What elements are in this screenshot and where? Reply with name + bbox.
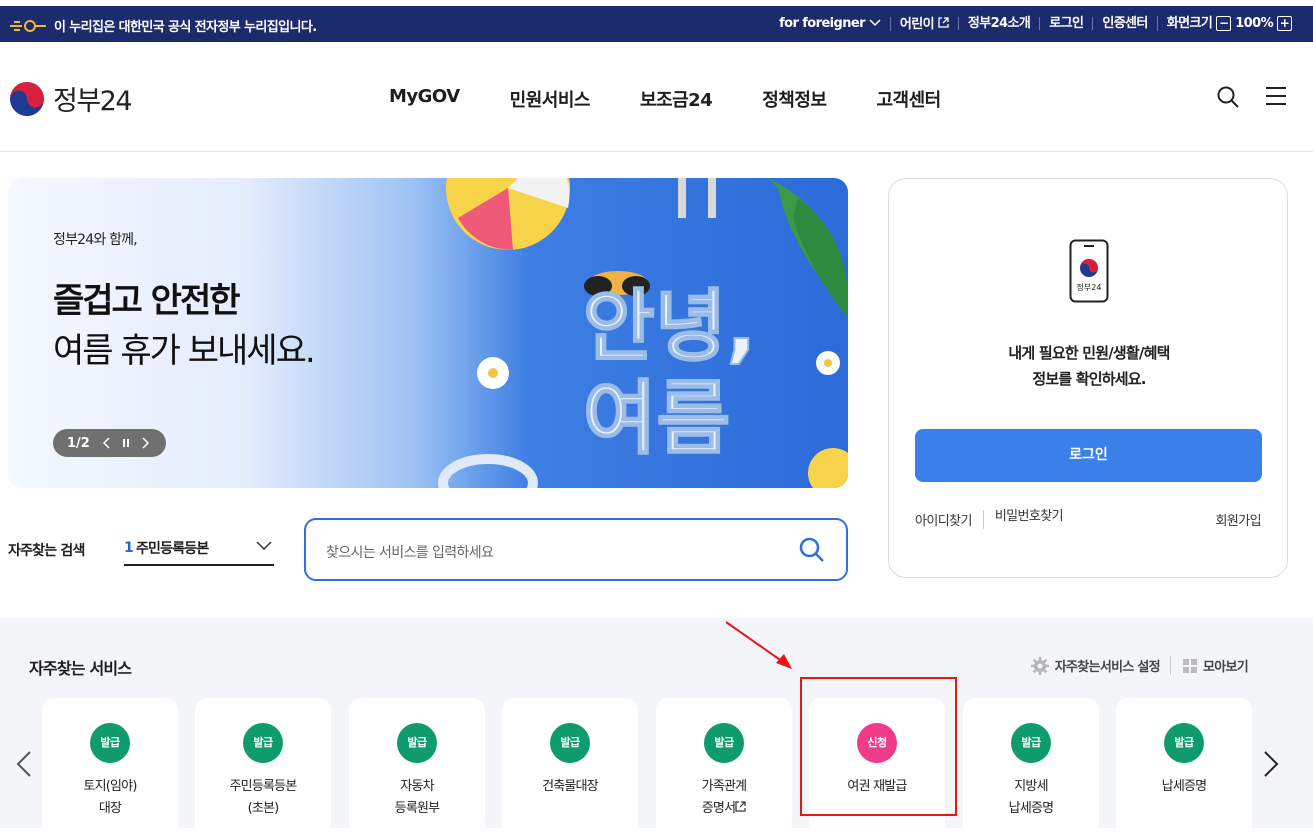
gov-notice[interactable]: 이 누리집은 대한민국 공식 전자정부 누리집입니다. bbox=[8, 16, 317, 35]
service-name: 가족관계 증명서 bbox=[701, 779, 747, 816]
next-icon[interactable] bbox=[142, 437, 150, 449]
popular-search-select[interactable]: 1 주민등록등본 bbox=[124, 532, 274, 566]
external-link-icon bbox=[938, 16, 949, 28]
phone-label: 정부24 bbox=[1077, 282, 1102, 292]
search-icon[interactable] bbox=[1217, 86, 1239, 108]
collect-view-link[interactable]: 모아보기 bbox=[1169, 656, 1249, 675]
service-badge: 발급 bbox=[397, 723, 437, 763]
service-badge: 발급 bbox=[1164, 723, 1204, 763]
settings-text: 자주찾는서비스 설정 bbox=[1054, 660, 1161, 675]
pause-icon[interactable] bbox=[122, 438, 130, 448]
services-settings-link[interactable]: 자주찾는서비스 설정 bbox=[1030, 656, 1161, 675]
kids-link[interactable]: 어린이 bbox=[889, 16, 958, 31]
gov-notice-bar: 이 누리집은 대한민국 공식 전자정부 누리집입니다. for foreigne… bbox=[0, 6, 1313, 42]
service-name: 자동차 등록원부 bbox=[394, 779, 440, 816]
header-tools bbox=[1217, 86, 1287, 108]
gear-icon bbox=[1030, 656, 1049, 675]
site-logo[interactable]: 정부24 bbox=[9, 79, 133, 118]
cert-center-link[interactable]: 인증센터 bbox=[1092, 17, 1156, 30]
collect-text: 모아보기 bbox=[1202, 660, 1249, 675]
zoom-value: 100% bbox=[1235, 16, 1273, 31]
service-card[interactable]: 발급 지방세 납세증명 bbox=[963, 698, 1099, 838]
join-link[interactable]: 회원가입 bbox=[1216, 510, 1262, 529]
service-card[interactable]: 발급 주민등록등본 (초본) bbox=[195, 698, 331, 838]
service-card[interactable]: 발급 가족관계 증명서 bbox=[656, 698, 792, 838]
top-login-link[interactable]: 로그인 bbox=[1039, 17, 1092, 30]
emblem-icon bbox=[10, 19, 46, 32]
zoom-in-button[interactable]: + bbox=[1277, 16, 1292, 31]
search-input[interactable]: 찾으시는 서비스를 입력하세요 bbox=[326, 542, 494, 562]
login-message-line2: 정보를 확인하세요. bbox=[1032, 370, 1146, 388]
service-badge: 발급 bbox=[90, 723, 130, 763]
art-text-summer: 여름 bbox=[583, 372, 730, 465]
nav-policy[interactable]: 정책정보 bbox=[762, 86, 827, 112]
annotation-arrow bbox=[725, 621, 792, 669]
login-message-line1: 내게 필요한 민원/생활/혜택 bbox=[1008, 344, 1170, 362]
frequent-services-section: 자주찾는 서비스 자주찾는서비스 설정 모아보기 발급 토지(임야) 대장 발급 … bbox=[0, 618, 1313, 838]
nav-mygov[interactable]: MyGOV bbox=[389, 86, 460, 112]
find-id-link[interactable]: 아이디찾기 bbox=[915, 510, 972, 529]
site-header: 정부24 MyGOV 민원서비스 보조금24 정책정보 고객센터 bbox=[0, 42, 1313, 152]
utility-menu: for foreigner 어린이 정부24소개 로그인 인증센터 화면크기 −… bbox=[770, 16, 1301, 31]
service-card[interactable]: 발급 토지(임야) 대장 bbox=[42, 698, 178, 838]
banner-headline: 여름 휴가 보내세요. bbox=[53, 331, 316, 371]
gov-notice-text: 이 누리집은 대한민국 공식 전자정부 누리집입니다. bbox=[54, 20, 317, 35]
section-title: 자주찾는 서비스 bbox=[29, 659, 132, 678]
annotation-highlight-box bbox=[800, 677, 957, 816]
login-message: 내게 필요한 민원/생활/혜택 정보를 확인하세요. bbox=[889, 340, 1289, 392]
rank-number: 1 bbox=[124, 540, 134, 556]
nav-customer-center[interactable]: 고객센터 bbox=[876, 86, 941, 112]
service-name: 주민등록등본 (초본) bbox=[229, 779, 298, 816]
zoom-out-button[interactable]: − bbox=[1216, 16, 1232, 31]
banner-pager: 1/2 bbox=[53, 429, 166, 457]
service-card[interactable]: 발급 납세증명 bbox=[1116, 698, 1252, 838]
login-button[interactable]: 로그인 bbox=[915, 429, 1262, 482]
service-card[interactable]: 발급 건축물대장 bbox=[502, 698, 638, 838]
main-banner[interactable]: 안녕, 여름 정부24와 함께, 즐겁고 안전한 여름 휴가 보내세요. 1/2 bbox=[8, 178, 848, 488]
service-badge: 발급 bbox=[550, 723, 590, 763]
external-link-icon bbox=[735, 801, 746, 812]
zoom-label: 화면크기 bbox=[1166, 16, 1213, 31]
nav-subsidy24[interactable]: 보조금24 bbox=[640, 86, 713, 112]
pager-text: 1/2 bbox=[67, 435, 90, 451]
chevron-down-icon bbox=[869, 19, 881, 27]
service-search-box[interactable]: 찾으시는 서비스를 입력하세요 bbox=[304, 518, 848, 581]
carousel-prev-icon[interactable] bbox=[16, 751, 32, 777]
nav-civil-service[interactable]: 민원서비스 bbox=[510, 86, 591, 112]
chevron-down-icon bbox=[256, 541, 272, 551]
service-badge: 발급 bbox=[1011, 723, 1051, 763]
service-name: 토지(임야) 대장 bbox=[83, 779, 137, 816]
account-links: 아이디찾기 비밀번호찾기 bbox=[915, 510, 1064, 529]
about-link[interactable]: 정부24소개 bbox=[957, 17, 1039, 30]
login-panel: 정부24 내게 필요한 민원/생활/혜택 정보를 확인하세요. 로그인 아이디찾… bbox=[888, 178, 1288, 578]
service-badge: 발급 bbox=[243, 723, 283, 763]
service-name: 건축물대장 bbox=[542, 779, 599, 794]
taegeuk-icon bbox=[10, 81, 44, 116]
service-card[interactable]: 발급 자동차 등록원부 bbox=[349, 698, 485, 838]
services-tools: 자주찾는서비스 설정 모아보기 bbox=[1030, 656, 1249, 675]
banner-headline-bold: 즐겁고 안전한 bbox=[53, 281, 241, 321]
service-name: 납세증명 bbox=[1161, 779, 1207, 794]
service-badge: 발급 bbox=[704, 723, 744, 763]
banner-subtitle: 정부24와 함께, bbox=[53, 232, 138, 248]
zoom-control: 화면크기 − 100% + bbox=[1156, 16, 1301, 31]
logo-text: 정부24 bbox=[53, 86, 133, 117]
grid-icon bbox=[1182, 658, 1197, 673]
search-submit-icon[interactable] bbox=[799, 537, 824, 562]
find-password-link[interactable]: 비밀번호찾기 bbox=[982, 510, 1064, 529]
main-nav: MyGOV 민원서비스 보조금24 정책정보 고객센터 bbox=[389, 86, 941, 112]
art-text-hello: 안녕, bbox=[583, 282, 756, 372]
prev-icon[interactable] bbox=[102, 437, 110, 449]
carousel-next-icon[interactable] bbox=[1263, 751, 1279, 777]
popular-search-value: 주민등록등본 bbox=[135, 541, 209, 557]
foreigner-link[interactable]: for foreigner bbox=[770, 17, 890, 30]
quick-search-label: 자주찾는 검색 bbox=[8, 543, 85, 559]
service-name: 지방세 납세증명 bbox=[1008, 779, 1054, 816]
menu-icon[interactable] bbox=[1265, 86, 1287, 106]
mobile-app-icon: 정부24 bbox=[1069, 239, 1109, 303]
